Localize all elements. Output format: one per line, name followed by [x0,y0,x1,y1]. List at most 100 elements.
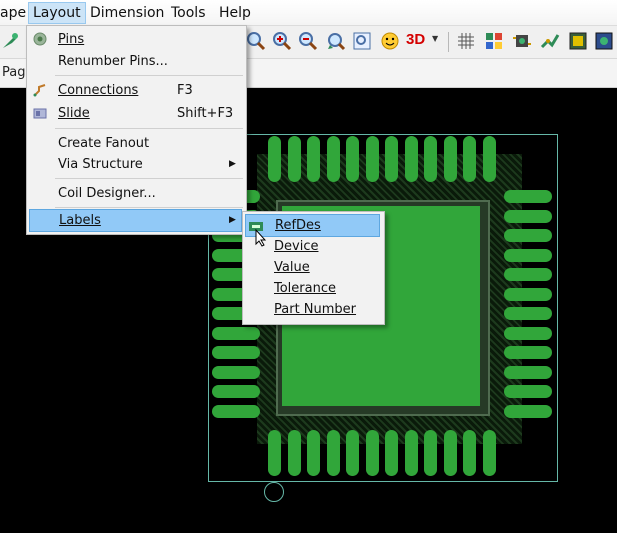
pin-pad[interactable] [404,430,418,476]
pin-pad[interactable] [482,430,496,476]
pin-pad[interactable] [287,430,301,476]
menu-separator [55,207,243,208]
menu-item-label: Part Number [274,302,357,317]
pin-pad[interactable] [504,287,552,301]
menu-item-tolerance[interactable]: Tolerance [245,278,378,299]
submenu-arrow-icon: ▶ [229,215,236,225]
menu-item-label: Renumber Pins... [58,54,168,69]
connections-icon [33,83,47,97]
pin-pad[interactable] [463,430,476,476]
menu-item-label: Create Fanout [58,136,150,151]
pin-pad[interactable] [365,430,379,476]
pin-pad[interactable] [463,136,476,182]
pin-pad[interactable] [482,136,496,182]
pin-pad[interactable] [404,136,418,182]
shortcut-label: F3 [177,83,193,98]
pin-pad[interactable] [212,404,260,418]
pins-icon [33,32,47,46]
menu-item-label: Labels [59,213,101,228]
pin-pad[interactable] [212,385,260,398]
pin-pad[interactable] [424,136,437,182]
zoom-in-icon[interactable] [246,31,266,51]
menu-item-label: Coil Designer... [58,186,156,201]
pin-pad[interactable] [504,190,552,203]
layout-menu: Pins Renumber Pins... Connections F3 Sli… [26,25,247,235]
zoom-fit-icon[interactable] [352,31,372,51]
pin-pad[interactable] [326,430,340,476]
pin-pad[interactable] [504,326,552,340]
pin-tool-icon[interactable] [0,31,20,51]
pin-pad[interactable] [424,430,437,476]
pin-pad[interactable] [268,430,281,476]
menu-separator [55,178,243,179]
menu-separator [55,75,243,76]
pin-pad[interactable] [443,136,457,182]
menu-item-label: Slide [58,106,90,121]
menu-item-slide[interactable]: Slide Shift+F3 [29,103,242,124]
menu-dimension[interactable]: Dimension [86,3,168,23]
board-icon[interactable] [568,31,588,51]
pin-pad[interactable] [504,248,552,262]
pin-pad[interactable] [504,307,552,320]
page-tab[interactable]: Pag [2,65,25,80]
menu-item-renumber-pins[interactable]: Renumber Pins... [29,51,242,72]
menu-item-create-fanout[interactable]: Create Fanout [29,133,242,154]
pin-pad[interactable] [504,268,552,281]
menu-help[interactable]: Help [215,3,255,23]
3d-view-icon[interactable]: 3D ▼ [406,31,438,51]
pin-pad[interactable] [365,136,379,182]
menu-layout[interactable]: Layout [28,2,86,24]
menu-item-pins[interactable]: Pins [29,29,242,50]
menu-item-label: RefDes [275,218,321,233]
layers-icon[interactable] [484,31,504,51]
zoom-previous-icon[interactable] [326,31,346,51]
grid-icon[interactable] [456,31,476,51]
smiley-icon[interactable] [380,31,400,51]
pin-pad[interactable] [287,136,301,182]
menu-item-label: Device [274,239,319,254]
menu-item-label: Pins [58,32,85,47]
menu-item-label: Value [274,260,310,275]
pin-pad[interactable] [443,430,457,476]
chevron-down-icon[interactable]: ▼ [432,34,438,43]
pin-pad[interactable] [212,346,260,359]
pin-pad[interactable] [268,136,281,182]
menu-item-label: Connections [58,83,139,98]
menu-item-labels[interactable]: Labels ▶ [29,209,242,232]
pin-pad[interactable] [504,346,552,359]
menu-tools[interactable]: Tools [167,3,210,23]
menu-item-via-structure[interactable]: Via Structure ▶ [29,154,242,175]
pin-pad[interactable] [307,430,320,476]
route-icon[interactable] [540,31,560,51]
component-icon[interactable] [512,31,532,51]
drc-icon[interactable] [594,31,614,51]
pin-pad[interactable] [346,430,359,476]
zoom-in-alt-icon[interactable] [272,31,292,51]
pin-pad[interactable] [504,365,552,379]
pin-pad[interactable] [385,136,398,182]
pin-pad[interactable] [504,404,552,418]
pin-pad[interactable] [504,229,552,242]
menu-item-part-number[interactable]: Part Number [245,299,378,320]
menu-item-connections[interactable]: Connections F3 [29,80,242,101]
pin-pad[interactable] [504,209,552,223]
toolbar-separator [448,32,449,52]
menu-shape[interactable]: ape [0,3,30,23]
pin-pad[interactable] [385,430,398,476]
menu-separator [55,128,243,129]
menu-item-value[interactable]: Value [245,257,378,278]
pin-pad[interactable] [307,136,320,182]
menu-item-label: Via Structure [58,157,143,172]
pin-pad[interactable] [504,385,552,398]
menu-item-coil-designer[interactable]: Coil Designer... [29,183,242,204]
3d-label: 3D [406,31,426,48]
origin-marker [264,482,284,502]
zoom-out-icon[interactable] [298,31,318,51]
pin-pad[interactable] [326,136,340,182]
pin-pad[interactable] [346,136,359,182]
pin-pad[interactable] [212,326,260,340]
pin-pad[interactable] [212,365,260,379]
menu-item-label: Tolerance [274,281,336,296]
menu-bar: ape Layout Dimension Tools Help [0,0,617,26]
shortcut-label: Shift+F3 [177,106,234,121]
